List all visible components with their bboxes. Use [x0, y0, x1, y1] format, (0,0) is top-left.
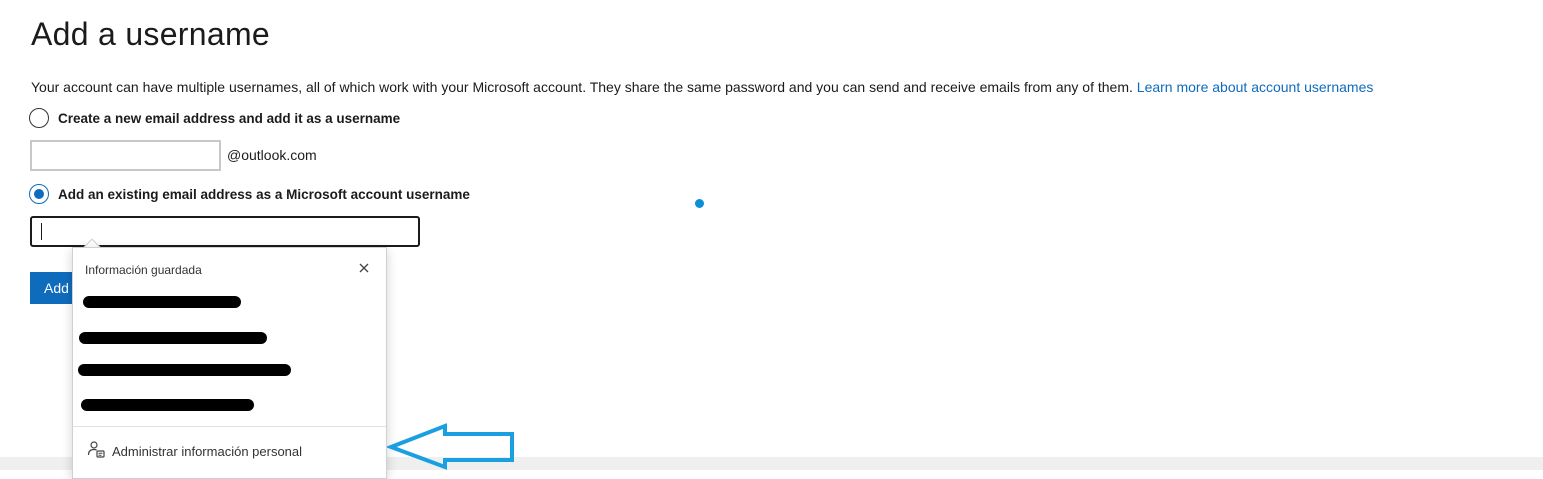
- domain-suffix: @outlook.com: [227, 147, 317, 163]
- radio-add-existing-email[interactable]: Add an existing email address as a Micro…: [29, 184, 470, 204]
- popup-divider: [73, 426, 386, 427]
- learn-more-link[interactable]: Learn more about account usernames: [1137, 79, 1374, 95]
- radio-selected-dot: [34, 189, 44, 199]
- saved-entry-redacted[interactable]: [81, 399, 254, 411]
- description-text: Your account can have multiple usernames…: [31, 79, 1133, 95]
- page-description: Your account can have multiple usernames…: [31, 77, 1373, 97]
- radio-button-checked[interactable]: [29, 184, 49, 204]
- popup-title: Información guardada: [85, 263, 202, 277]
- annotation-arrow-icon: [387, 423, 514, 470]
- manage-personal-info-item[interactable]: Administrar información personal: [87, 440, 302, 463]
- saved-entry-redacted[interactable]: [83, 296, 241, 308]
- autofill-popup: Información guardada Administrar informa…: [72, 247, 387, 479]
- stray-dot-mark: [695, 199, 704, 208]
- text-caret: [41, 223, 42, 240]
- radio-label-create-new-email: Create a new email address and add it as…: [58, 110, 401, 126]
- person-card-icon: [87, 440, 105, 463]
- page-title: Add a username: [31, 16, 271, 52]
- saved-entry-redacted[interactable]: [79, 332, 267, 344]
- new-email-input[interactable]: [30, 140, 221, 171]
- close-icon[interactable]: [355, 259, 373, 277]
- radio-button-unchecked[interactable]: [29, 108, 49, 128]
- saved-entry-redacted[interactable]: [78, 364, 291, 376]
- manage-personal-info-label: Administrar información personal: [112, 444, 303, 459]
- radio-create-new-email[interactable]: Create a new email address and add it as…: [29, 108, 400, 128]
- radio-label-add-existing-email: Add an existing email address as a Micro…: [58, 186, 470, 202]
